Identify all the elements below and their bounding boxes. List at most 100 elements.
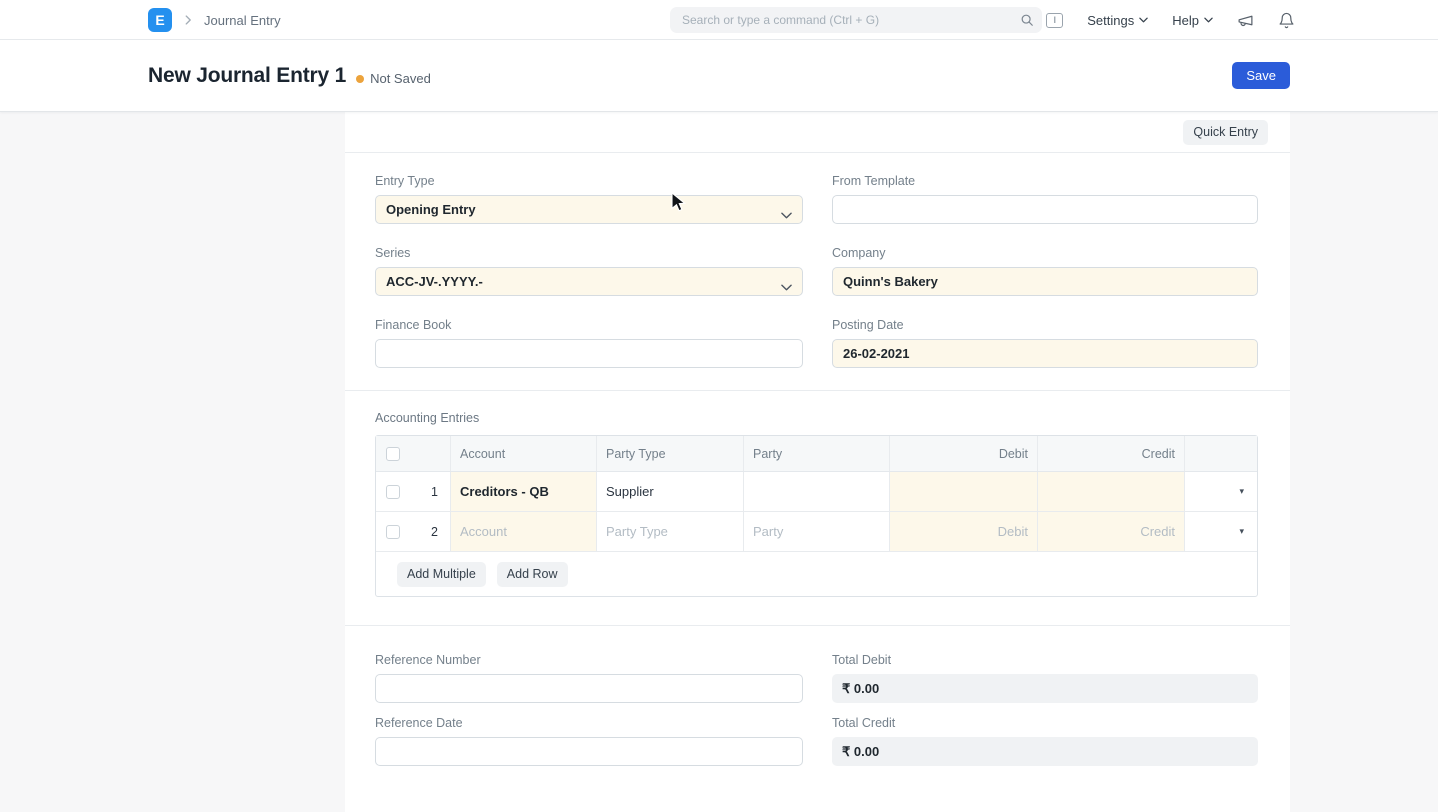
account-cell[interactable]: Creditors - QB: [451, 472, 597, 511]
select-all-checkbox[interactable]: [385, 446, 400, 461]
party-cell[interactable]: Party: [744, 512, 890, 551]
party-cell[interactable]: [744, 472, 890, 511]
status-text: Not Saved: [370, 71, 431, 86]
page-head-left: New Journal Entry 1 Not Saved: [148, 40, 431, 112]
from-template-input[interactable]: [832, 195, 1258, 224]
chevron-down-icon: [1204, 17, 1213, 23]
credit-cell[interactable]: [1038, 472, 1185, 511]
total-debit-label: Total Debit: [832, 653, 892, 667]
col-header-actions: [1185, 436, 1257, 471]
col-header-account: Account: [451, 436, 597, 471]
reference-number-field: Reference Number: [375, 652, 803, 703]
navbar-right: I Settings Help: [1046, 0, 1295, 40]
navbar-left: E Journal Entry: [148, 0, 281, 40]
row-checkbox[interactable]: [385, 524, 400, 539]
company-field: Company: [832, 245, 1258, 296]
notifications-bell-icon[interactable]: [1278, 12, 1295, 29]
chevron-down-icon: [781, 207, 792, 222]
reference-date-label: Reference Date: [375, 716, 463, 730]
debit-cell[interactable]: Debit: [890, 512, 1038, 551]
add-multiple-button[interactable]: Add Multiple: [397, 561, 486, 587]
row-index: 1: [409, 472, 451, 511]
company-input[interactable]: [832, 267, 1258, 296]
reference-date-input[interactable]: [375, 737, 803, 766]
add-row-button[interactable]: Add Row: [496, 561, 568, 587]
grid-header-row: Account Party Type Party Debit Credit: [376, 436, 1257, 472]
grid-row-2: 2 Account Party Type Party Debit Credit …: [376, 512, 1257, 552]
form-toolbar: Quick Entry: [345, 112, 1290, 153]
breadcrumb-chevron-icon: [181, 13, 195, 27]
grid-row-1: 1 Creditors - QB Supplier ▾: [376, 472, 1257, 512]
series-field: Series ACC-JV-.YYYY.-: [375, 245, 803, 296]
breadcrumb[interactable]: Journal Entry: [204, 13, 281, 28]
account-cell[interactable]: Account: [451, 512, 597, 551]
col-header-party-type: Party Type: [597, 436, 744, 471]
accounting-entries-section: Accounting Entries Account Party Type Pa…: [345, 391, 1290, 626]
finance-book-label: Finance Book: [375, 318, 452, 332]
entry-type-field: Entry Type Opening Entry: [375, 173, 803, 224]
col-header-party: Party: [744, 436, 890, 471]
quick-entry-button[interactable]: Quick Entry: [1183, 119, 1268, 145]
from-template-label: From Template: [832, 174, 916, 188]
total-credit-amount: ₹ 0.00: [842, 743, 880, 759]
settings-menu[interactable]: Settings: [1087, 13, 1148, 28]
status-indicator: Not Saved: [356, 71, 431, 86]
reference-date-field: Reference Date: [375, 715, 803, 766]
series-select[interactable]: ACC-JV-.YYYY.-: [375, 267, 803, 296]
accounting-entries-grid: Account Party Type Party Debit Credit 1 …: [375, 435, 1258, 597]
app-logo[interactable]: E: [148, 8, 172, 32]
company-label: Company: [832, 246, 886, 260]
row-actions-button[interactable]: ▾: [1185, 512, 1257, 551]
row-checkbox[interactable]: [385, 484, 400, 499]
chevron-down-icon: [781, 279, 792, 294]
caret-down-icon: ▾: [1239, 526, 1244, 536]
settings-menu-label: Settings: [1087, 12, 1135, 28]
accounting-entries-label: Accounting Entries: [375, 411, 480, 425]
entry-type-value: Opening Entry: [386, 202, 476, 217]
entry-type-select[interactable]: Opening Entry: [375, 195, 803, 224]
grid-footer: Add Multiple Add Row: [376, 552, 1257, 596]
party-type-cell[interactable]: Party Type: [597, 512, 744, 551]
announcement-icon[interactable]: [1237, 12, 1254, 29]
global-search: [670, 7, 1042, 33]
total-debit-value: ₹ 0.00: [832, 674, 1258, 703]
posting-date-input[interactable]: [832, 339, 1258, 368]
search-icon: [1020, 13, 1034, 32]
search-input[interactable]: [670, 7, 1042, 33]
party-type-cell[interactable]: Supplier: [597, 472, 744, 511]
navbar: E Journal Entry I Settings Help: [0, 0, 1438, 40]
caret-down-icon: ▾: [1239, 486, 1244, 496]
posting-date-field: Posting Date: [832, 317, 1258, 368]
col-header-debit: Debit: [890, 436, 1038, 471]
entry-type-label: Entry Type: [375, 174, 435, 188]
status-dot-icon: [356, 74, 365, 83]
series-value: ACC-JV-.YYYY.-: [386, 274, 483, 289]
total-credit-label: Total Credit: [832, 716, 896, 730]
credit-cell[interactable]: Credit: [1038, 512, 1185, 551]
total-debit-amount: ₹ 0.00: [842, 680, 880, 696]
reference-section: Reference Number Total Debit ₹ 0.00 Refe…: [345, 626, 1290, 778]
total-credit-field: Total Credit ₹ 0.00: [832, 715, 1258, 766]
help-menu-label: Help: [1172, 12, 1199, 28]
help-menu[interactable]: Help: [1172, 13, 1213, 28]
series-label: Series: [375, 246, 411, 260]
page-head: New Journal Entry 1 Not Saved Save: [0, 40, 1438, 112]
debit-cell[interactable]: [890, 472, 1038, 511]
total-debit-field: Total Debit ₹ 0.00: [832, 652, 1258, 703]
page-title: New Journal Entry 1: [148, 64, 347, 87]
posting-date-label: Posting Date: [832, 318, 904, 332]
save-button[interactable]: Save: [1232, 62, 1290, 89]
i-beam-box-icon[interactable]: I: [1046, 12, 1064, 28]
col-header-credit: Credit: [1038, 436, 1185, 471]
col-header-idx: [409, 436, 451, 471]
main-fields-section: Entry Type Opening Entry From Template S…: [345, 153, 1290, 391]
reference-number-label: Reference Number: [375, 653, 481, 667]
finance-book-input[interactable]: [375, 339, 803, 368]
reference-number-input[interactable]: [375, 674, 803, 703]
chevron-down-icon: [1139, 17, 1148, 23]
from-template-field: From Template: [832, 173, 1258, 224]
app-logo-letter: E: [155, 12, 165, 28]
i-beam-letter: I: [1053, 15, 1057, 25]
total-credit-value: ₹ 0.00: [832, 737, 1258, 766]
row-actions-button[interactable]: ▾: [1185, 472, 1257, 511]
